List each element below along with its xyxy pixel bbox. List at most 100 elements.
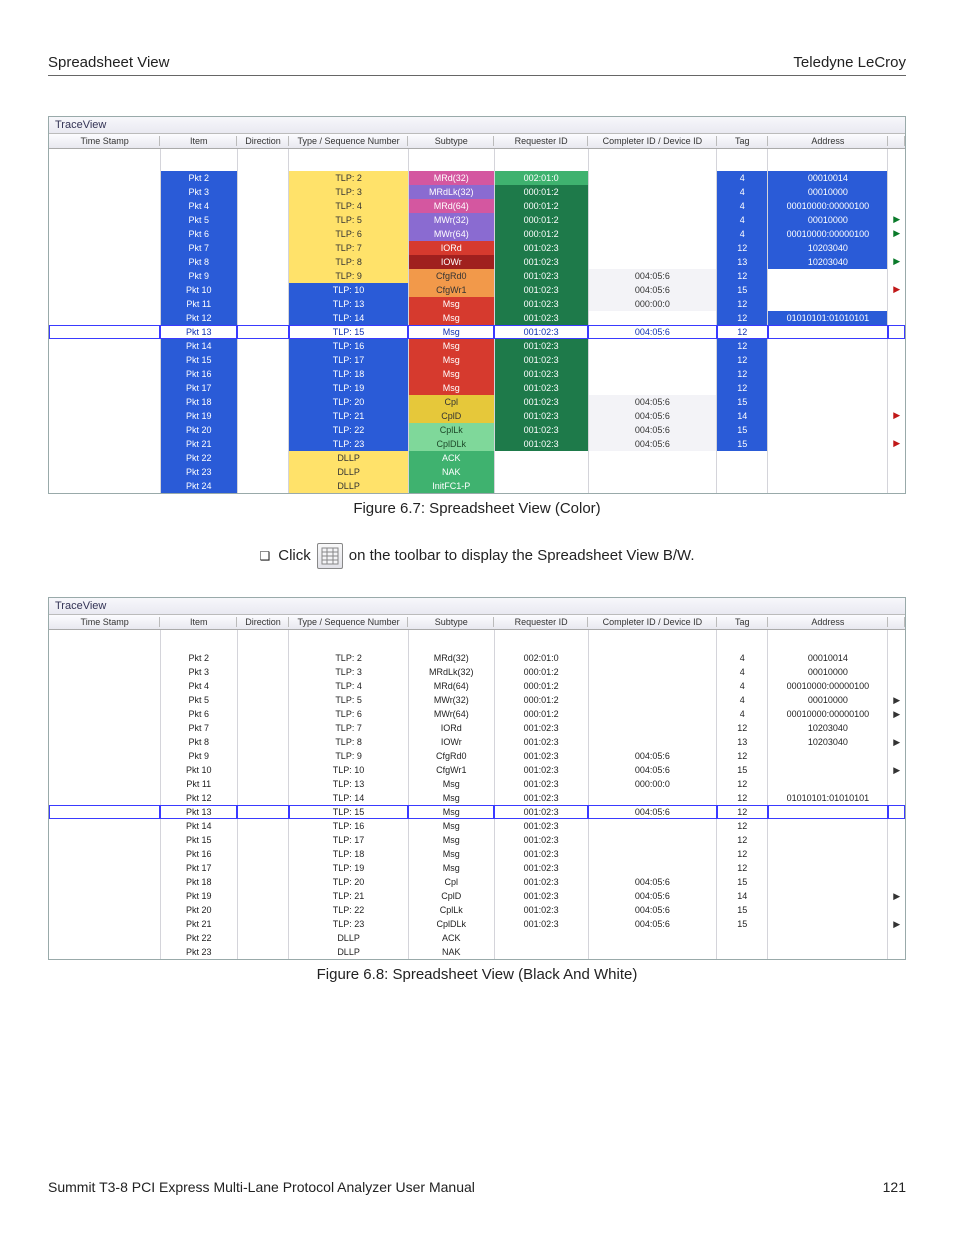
expand-arrow-cell[interactable] [888, 763, 905, 777]
spreadsheet-table-bw[interactable]: Time StampItemDirectionType / Sequence N… [49, 615, 905, 960]
table-row[interactable]: Pkt 16TLP: 18Msg001:02:312 [49, 847, 905, 861]
expand-arrow-cell[interactable] [888, 707, 905, 721]
figure-caption-2: Figure 6.8: Spreadsheet View (Black And … [48, 966, 906, 983]
column-header[interactable]: Completer ID / Device ID [588, 134, 716, 149]
column-header[interactable]: Requester ID [494, 615, 588, 630]
table-row[interactable]: Pkt 5TLP: 5MWr(32)000:01:2400010000 [49, 213, 905, 227]
table-row[interactable]: Pkt 11TLP: 13Msg001:02:3000:00:012 [49, 777, 905, 791]
table-row[interactable]: Pkt 8TLP: 8IOWr001:02:31310203040 [49, 735, 905, 749]
table-row[interactable]: Pkt 13TLP: 15Msg001:02:3004:05:612 [49, 805, 905, 819]
expand-arrow-cell [888, 311, 905, 325]
table-row[interactable]: Pkt 7TLP: 7IORd001:02:31210203040 [49, 241, 905, 255]
column-header[interactable]: Subtype [408, 134, 494, 149]
table-row[interactable]: Pkt 17TLP: 19Msg001:02:312 [49, 861, 905, 875]
header-right: Teledyne LeCroy [793, 54, 906, 71]
expand-arrow-cell [888, 833, 905, 847]
table-row[interactable]: Pkt 12TLP: 14Msg001:02:31201010101:01010… [49, 311, 905, 325]
column-header[interactable]: Item [160, 615, 237, 630]
column-header[interactable]: Time Stamp [49, 134, 160, 149]
expand-arrow-cell [888, 199, 905, 213]
expand-arrow-cell[interactable] [888, 437, 905, 451]
table-row[interactable]: Pkt 3TLP: 3MRdLk(32)000:01:2400010000 [49, 665, 905, 679]
spreadsheet-bw-toolbar-icon[interactable] [317, 543, 343, 569]
table-row[interactable]: Pkt 23DLLPNAK [49, 465, 905, 479]
table-row[interactable]: Pkt 22DLLPACK [49, 451, 905, 465]
column-header[interactable]: Tag [717, 615, 768, 630]
expand-arrow-cell[interactable] [888, 917, 905, 931]
expand-arrow-cell[interactable] [888, 735, 905, 749]
column-header[interactable]: Item [160, 134, 237, 149]
figure-caption-1: Figure 6.7: Spreadsheet View (Color) [48, 500, 906, 517]
column-header[interactable]: Tag [717, 134, 768, 149]
expand-arrow-cell[interactable] [888, 693, 905, 707]
table-row[interactable]: Pkt 18TLP: 20Cpl001:02:3004:05:615 [49, 875, 905, 889]
table-row[interactable]: Pkt 12TLP: 14Msg001:02:31201010101:01010… [49, 791, 905, 805]
expand-arrow-cell [888, 777, 905, 791]
table-row[interactable]: Pkt 8TLP: 8IOWr001:02:31310203040 [49, 255, 905, 269]
table-row[interactable]: Pkt 14TLP: 16Msg001:02:312 [49, 339, 905, 353]
expand-arrow-cell[interactable] [888, 283, 905, 297]
expand-arrow-cell[interactable] [888, 227, 905, 241]
table-row[interactable]: Pkt 21TLP: 23CplDLk001:02:3004:05:615 [49, 437, 905, 451]
column-header[interactable]: Type / Sequence Number [289, 615, 409, 630]
expand-arrow-cell[interactable] [888, 409, 905, 423]
table-row[interactable]: Pkt 19TLP: 21CplD001:02:3004:05:614 [49, 889, 905, 903]
expand-arrow-cell [888, 339, 905, 353]
column-header[interactable]: Requester ID [494, 134, 588, 149]
table-row[interactable]: Pkt 5TLP: 5MWr(32)000:01:2400010000 [49, 693, 905, 707]
column-header[interactable]: Direction [237, 615, 288, 630]
table-row[interactable]: Pkt 3TLP: 3MRdLk(32)000:01:2400010000 [49, 185, 905, 199]
table-row[interactable]: Pkt 9TLP: 9CfgRd0001:02:3004:05:612 [49, 269, 905, 283]
column-header[interactable] [888, 615, 905, 630]
table-row[interactable]: Pkt 4TLP: 4MRd(64)000:01:2400010000:0000… [49, 199, 905, 213]
expand-arrow-cell[interactable] [888, 255, 905, 269]
table-row[interactable]: Pkt 20TLP: 22CplLk001:02:3004:05:615 [49, 903, 905, 917]
table-row[interactable]: Pkt 20TLP: 22CplLk001:02:3004:05:615 [49, 423, 905, 437]
expand-arrow-cell [888, 479, 905, 493]
table-row[interactable]: Pkt 19TLP: 21CplD001:02:3004:05:614 [49, 409, 905, 423]
table-row[interactable]: Pkt 14TLP: 16Msg001:02:312 [49, 819, 905, 833]
table-row[interactable]: Pkt 15TLP: 17Msg001:02:312 [49, 833, 905, 847]
expand-arrow-cell [888, 297, 905, 311]
expand-arrow-cell[interactable] [888, 213, 905, 227]
table-row[interactable]: Pkt 17TLP: 19Msg001:02:312 [49, 381, 905, 395]
column-header[interactable] [888, 134, 905, 149]
instruction-pre: Click [278, 547, 311, 564]
expand-arrow-cell[interactable] [888, 889, 905, 903]
table-row[interactable]: Pkt 13TLP: 15Msg001:02:3004:05:612 [49, 325, 905, 339]
table-row[interactable]: Pkt 4TLP: 4MRd(64)000:01:2400010000:0000… [49, 679, 905, 693]
expand-arrow-cell [888, 931, 905, 945]
table-row[interactable]: Pkt 23DLLPNAK [49, 945, 905, 959]
column-header[interactable]: Time Stamp [49, 615, 160, 630]
column-header[interactable]: Address [768, 134, 888, 149]
expand-arrow-cell [888, 651, 905, 665]
column-header[interactable]: Completer ID / Device ID [588, 615, 716, 630]
table-row[interactable]: Pkt 11TLP: 13Msg001:02:3000:00:012 [49, 297, 905, 311]
table-row[interactable]: Pkt 24DLLPInitFC1-P [49, 479, 905, 493]
table-row[interactable]: Pkt 22DLLPACK [49, 931, 905, 945]
column-header[interactable]: Subtype [408, 615, 494, 630]
page-footer: Summit T3-8 PCI Express Multi-Lane Proto… [48, 1179, 906, 1195]
table-row[interactable]: Pkt 9TLP: 9CfgRd0001:02:3004:05:612 [49, 749, 905, 763]
table-row[interactable]: Pkt 10TLP: 10CfgWr1001:02:3004:05:615 [49, 283, 905, 297]
expand-arrow-cell [888, 171, 905, 185]
expand-arrow-cell [888, 665, 905, 679]
expand-arrow-cell [888, 353, 905, 367]
expand-arrow-cell [888, 903, 905, 917]
table-row[interactable]: Pkt 2TLP: 2MRd(32)002:01:0400010014 [49, 171, 905, 185]
table-row[interactable]: Pkt 6TLP: 6MWr(64)000:01:2400010000:0000… [49, 707, 905, 721]
spreadsheet-table-color[interactable]: Time StampItemDirectionType / Sequence N… [49, 134, 905, 493]
expand-arrow-cell [888, 241, 905, 255]
table-row[interactable]: Pkt 7TLP: 7IORd001:02:31210203040 [49, 721, 905, 735]
table-row[interactable]: Pkt 15TLP: 17Msg001:02:312 [49, 353, 905, 367]
column-header[interactable]: Type / Sequence Number [289, 134, 409, 149]
table-row[interactable]: Pkt 16TLP: 18Msg001:02:312 [49, 367, 905, 381]
table-row[interactable]: Pkt 2TLP: 2MRd(32)002:01:0400010014 [49, 651, 905, 665]
table-row[interactable]: Pkt 10TLP: 10CfgWr1001:02:3004:05:615 [49, 763, 905, 777]
table-row[interactable]: Pkt 18TLP: 20Cpl001:02:3004:05:615 [49, 395, 905, 409]
table-row[interactable]: Pkt 6TLP: 6MWr(64)000:01:2400010000:0000… [49, 227, 905, 241]
table-row[interactable]: Pkt 21TLP: 23CplDLk001:02:3004:05:615 [49, 917, 905, 931]
column-header[interactable]: Address [768, 615, 888, 630]
column-header[interactable]: Direction [237, 134, 288, 149]
expand-arrow-cell [888, 423, 905, 437]
